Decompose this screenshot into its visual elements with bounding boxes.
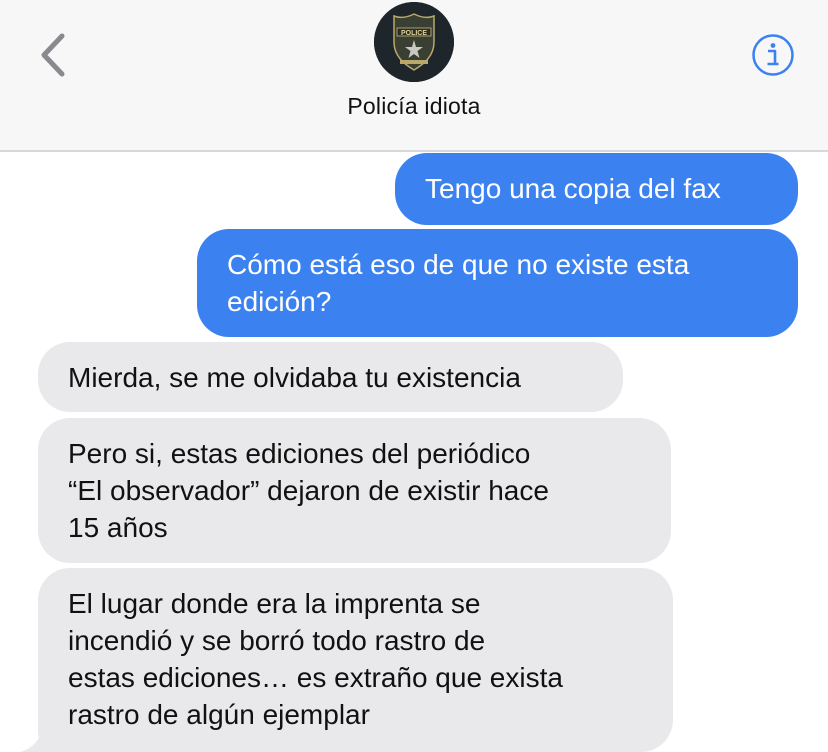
incoming-message[interactable]: Pero si, estas ediciones del periódico “…: [38, 418, 671, 563]
chevron-left-icon: [41, 33, 65, 77]
bubble-tail: [20, 705, 60, 752]
info-circle-icon: [752, 34, 794, 76]
incoming-message[interactable]: Mierda, se me olvidaba tu existencia: [38, 342, 623, 412]
conversation-header: POLICE Policía idiota: [0, 0, 828, 152]
back-button[interactable]: [34, 30, 74, 80]
police-badge-logo: POLICE: [374, 2, 454, 82]
contact-avatar[interactable]: POLICE: [374, 2, 454, 82]
info-button[interactable]: [751, 33, 795, 77]
message-thread[interactable]: Tengo una copia del fax Cómo está eso de…: [0, 152, 828, 752]
outgoing-message[interactable]: Tengo una copia del fax: [395, 153, 798, 225]
outgoing-message[interactable]: Cómo está eso de que no existe esta edic…: [197, 229, 798, 337]
contact-name[interactable]: Policía idiota: [0, 93, 828, 120]
badge-text: POLICE: [401, 30, 427, 37]
incoming-message[interactable]: El lugar donde era la imprenta se incend…: [38, 568, 673, 752]
